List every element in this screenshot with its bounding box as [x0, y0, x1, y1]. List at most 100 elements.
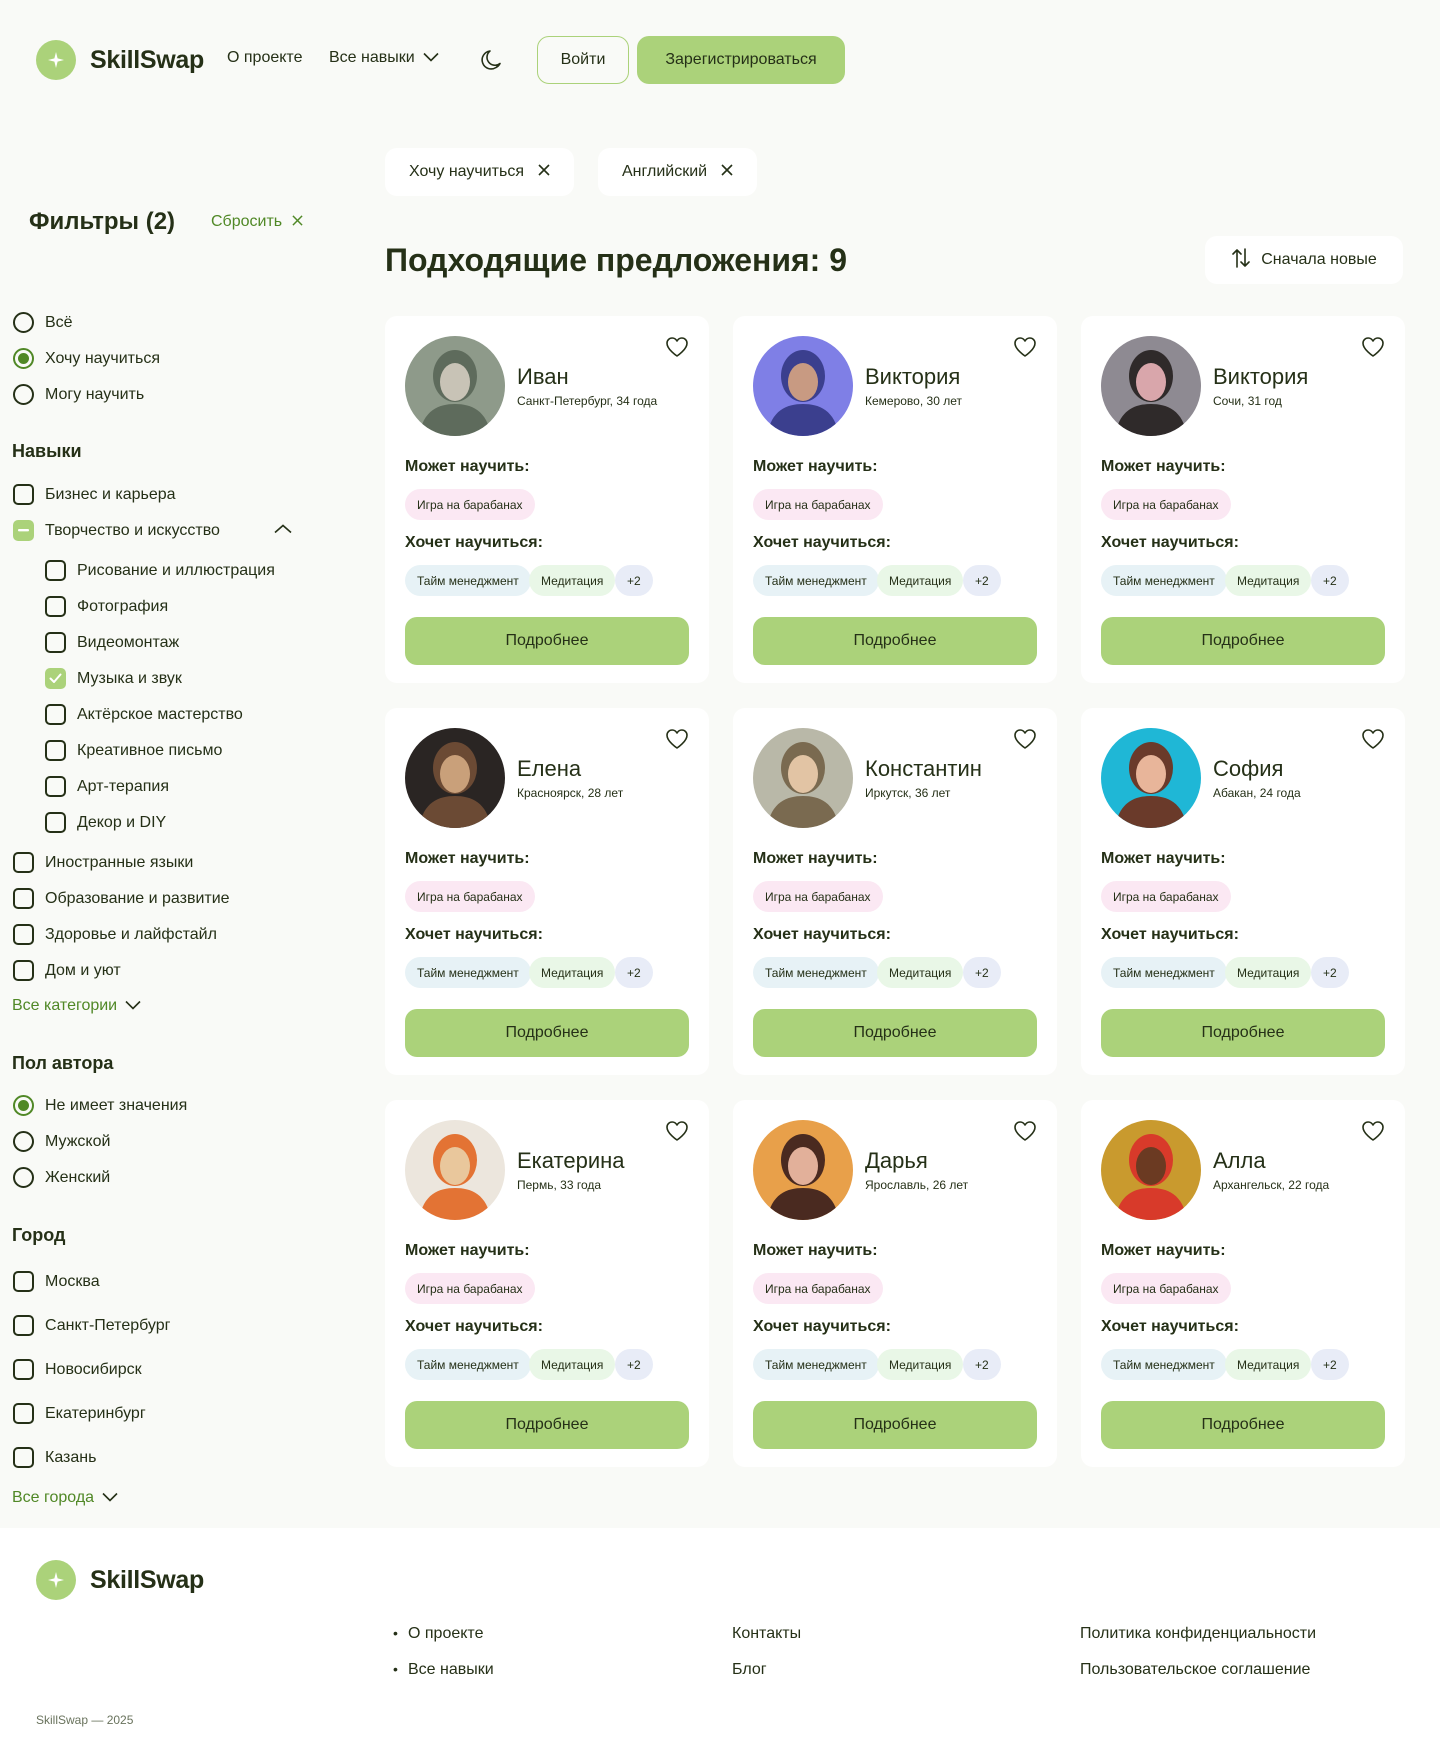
city-option[interactable]: Екатеринбург	[13, 1403, 146, 1424]
skill-category[interactable]: Дом и уют	[13, 960, 121, 981]
heart-icon[interactable]	[1013, 1120, 1037, 1147]
footer-link-terms[interactable]: Пользовательское соглашение	[1080, 1661, 1310, 1679]
skill-category[interactable]: Здоровье и лайфстайл	[13, 924, 217, 945]
checkbox-icon[interactable]	[45, 776, 66, 797]
skill-category[interactable]: Иностранные языки	[13, 852, 193, 873]
active-filter-chip[interactable]: Хочу научиться	[385, 148, 574, 196]
skill-subcategory[interactable]: Арт-терапия	[45, 776, 169, 797]
more-skills-tag[interactable]: +2	[1311, 957, 1349, 988]
nav-all-skills[interactable]: Все навыки	[329, 49, 439, 67]
heart-icon[interactable]	[1013, 336, 1037, 363]
close-icon[interactable]	[721, 163, 733, 181]
radio-icon[interactable]	[13, 348, 34, 369]
heart-icon[interactable]	[665, 728, 689, 755]
skill-subcategory[interactable]: Декор и DIY	[45, 812, 166, 833]
details-button[interactable]: Подробнее	[1101, 1009, 1385, 1057]
nav-about[interactable]: О проекте	[227, 49, 302, 67]
details-button[interactable]: Подробнее	[405, 1401, 689, 1449]
skill-subcategory[interactable]: Видеомонтаж	[45, 632, 179, 653]
reset-filters-button[interactable]: Сбросить	[211, 213, 303, 231]
radio-icon[interactable]	[13, 1095, 34, 1116]
all-cities-link[interactable]: Все города	[12, 1489, 118, 1507]
more-skills-tag[interactable]: +2	[615, 957, 653, 988]
skill-subcategory[interactable]: Музыка и звук	[45, 668, 182, 689]
details-button[interactable]: Подробнее	[753, 1401, 1037, 1449]
city-option[interactable]: Казань	[13, 1447, 96, 1468]
details-button[interactable]: Подробнее	[405, 1009, 689, 1057]
checkbox-icon[interactable]	[45, 596, 66, 617]
checkbox-icon[interactable]	[13, 1315, 34, 1336]
heart-icon[interactable]	[1013, 728, 1037, 755]
skill-subcategory[interactable]: Рисование и иллюстрация	[45, 560, 275, 581]
footer-logo[interactable]: SkillSwap	[36, 1560, 204, 1600]
footer-link-about[interactable]: О проекте	[408, 1625, 483, 1643]
checkbox-icon[interactable]	[13, 924, 34, 945]
teach-skill-tag: Игра на барабанах	[1101, 1273, 1231, 1304]
mode-option[interactable]: Хочу научиться	[13, 348, 160, 369]
gender-option[interactable]: Женский	[13, 1167, 110, 1188]
skill-subcategory[interactable]: Фотография	[45, 596, 168, 617]
checkbox-icon[interactable]	[45, 812, 66, 833]
logo[interactable]: SkillSwap	[36, 40, 204, 80]
checkbox-icon[interactable]	[13, 888, 34, 909]
more-skills-tag[interactable]: +2	[615, 565, 653, 596]
heart-icon[interactable]	[665, 1120, 689, 1147]
checkbox-icon[interactable]	[13, 1403, 34, 1424]
radio-icon[interactable]	[13, 312, 34, 333]
heart-icon[interactable]	[1361, 1120, 1385, 1147]
more-skills-tag[interactable]: +2	[963, 1349, 1001, 1380]
heart-icon[interactable]	[1361, 336, 1385, 363]
details-button[interactable]: Подробнее	[1101, 617, 1385, 665]
checkbox-icon[interactable]	[45, 740, 66, 761]
close-icon[interactable]	[538, 163, 550, 181]
login-button[interactable]: Войти	[537, 36, 629, 84]
checkbox-partial-icon[interactable]	[13, 520, 34, 541]
heart-icon[interactable]	[665, 336, 689, 363]
more-skills-tag[interactable]: +2	[1311, 1349, 1349, 1380]
city-option[interactable]: Новосибирск	[13, 1359, 142, 1380]
more-skills-tag[interactable]: +2	[1311, 565, 1349, 596]
moon-icon[interactable]	[479, 47, 505, 78]
radio-icon[interactable]	[13, 1167, 34, 1188]
sort-button[interactable]: Сначала новые	[1205, 236, 1403, 284]
radio-icon[interactable]	[13, 384, 34, 405]
checkbox-icon[interactable]	[13, 484, 34, 505]
more-skills-tag[interactable]: +2	[963, 565, 1001, 596]
details-button[interactable]: Подробнее	[405, 617, 689, 665]
skill-subcategory[interactable]: Актёрское мастерство	[45, 704, 243, 725]
checkbox-icon[interactable]	[45, 704, 66, 725]
chevron-up-icon[interactable]	[274, 521, 292, 539]
city-option[interactable]: Москва	[13, 1271, 100, 1292]
checkbox-icon[interactable]	[13, 960, 34, 981]
checkbox-icon[interactable]	[13, 852, 34, 873]
checkbox-icon[interactable]	[45, 632, 66, 653]
details-button[interactable]: Подробнее	[753, 1009, 1037, 1057]
all-categories-link[interactable]: Все категории	[12, 997, 141, 1015]
more-skills-tag[interactable]: +2	[963, 957, 1001, 988]
skill-category[interactable]: Творчество и искусство	[13, 520, 220, 541]
footer-link-skills[interactable]: Все навыки	[408, 1661, 494, 1679]
mode-option[interactable]: Могу научить	[13, 384, 144, 405]
checkbox-icon[interactable]	[45, 560, 66, 581]
gender-option[interactable]: Не имеет значения	[13, 1095, 187, 1116]
footer-link-privacy[interactable]: Политика конфиденциальности	[1080, 1625, 1316, 1643]
gender-option[interactable]: Мужской	[13, 1131, 110, 1152]
checkbox-checked-icon[interactable]	[45, 668, 66, 689]
active-filter-chip[interactable]: Английский	[598, 148, 758, 196]
radio-icon[interactable]	[13, 1131, 34, 1152]
register-button[interactable]: Зарегистрироваться	[637, 36, 845, 84]
details-button[interactable]: Подробнее	[1101, 1401, 1385, 1449]
city-option[interactable]: Санкт-Петербург	[13, 1315, 170, 1336]
checkbox-icon[interactable]	[13, 1359, 34, 1380]
checkbox-icon[interactable]	[13, 1447, 34, 1468]
skill-subcategory[interactable]: Креативное письмо	[45, 740, 222, 761]
mode-option[interactable]: Всё	[13, 312, 73, 333]
footer-link-contacts[interactable]: Контакты	[732, 1625, 801, 1643]
skill-category[interactable]: Бизнес и карьера	[13, 484, 176, 505]
more-skills-tag[interactable]: +2	[615, 1349, 653, 1380]
details-button[interactable]: Подробнее	[753, 617, 1037, 665]
footer-link-blog[interactable]: Блог	[732, 1661, 767, 1679]
checkbox-icon[interactable]	[13, 1271, 34, 1292]
heart-icon[interactable]	[1361, 728, 1385, 755]
skill-category[interactable]: Образование и развитие	[13, 888, 230, 909]
